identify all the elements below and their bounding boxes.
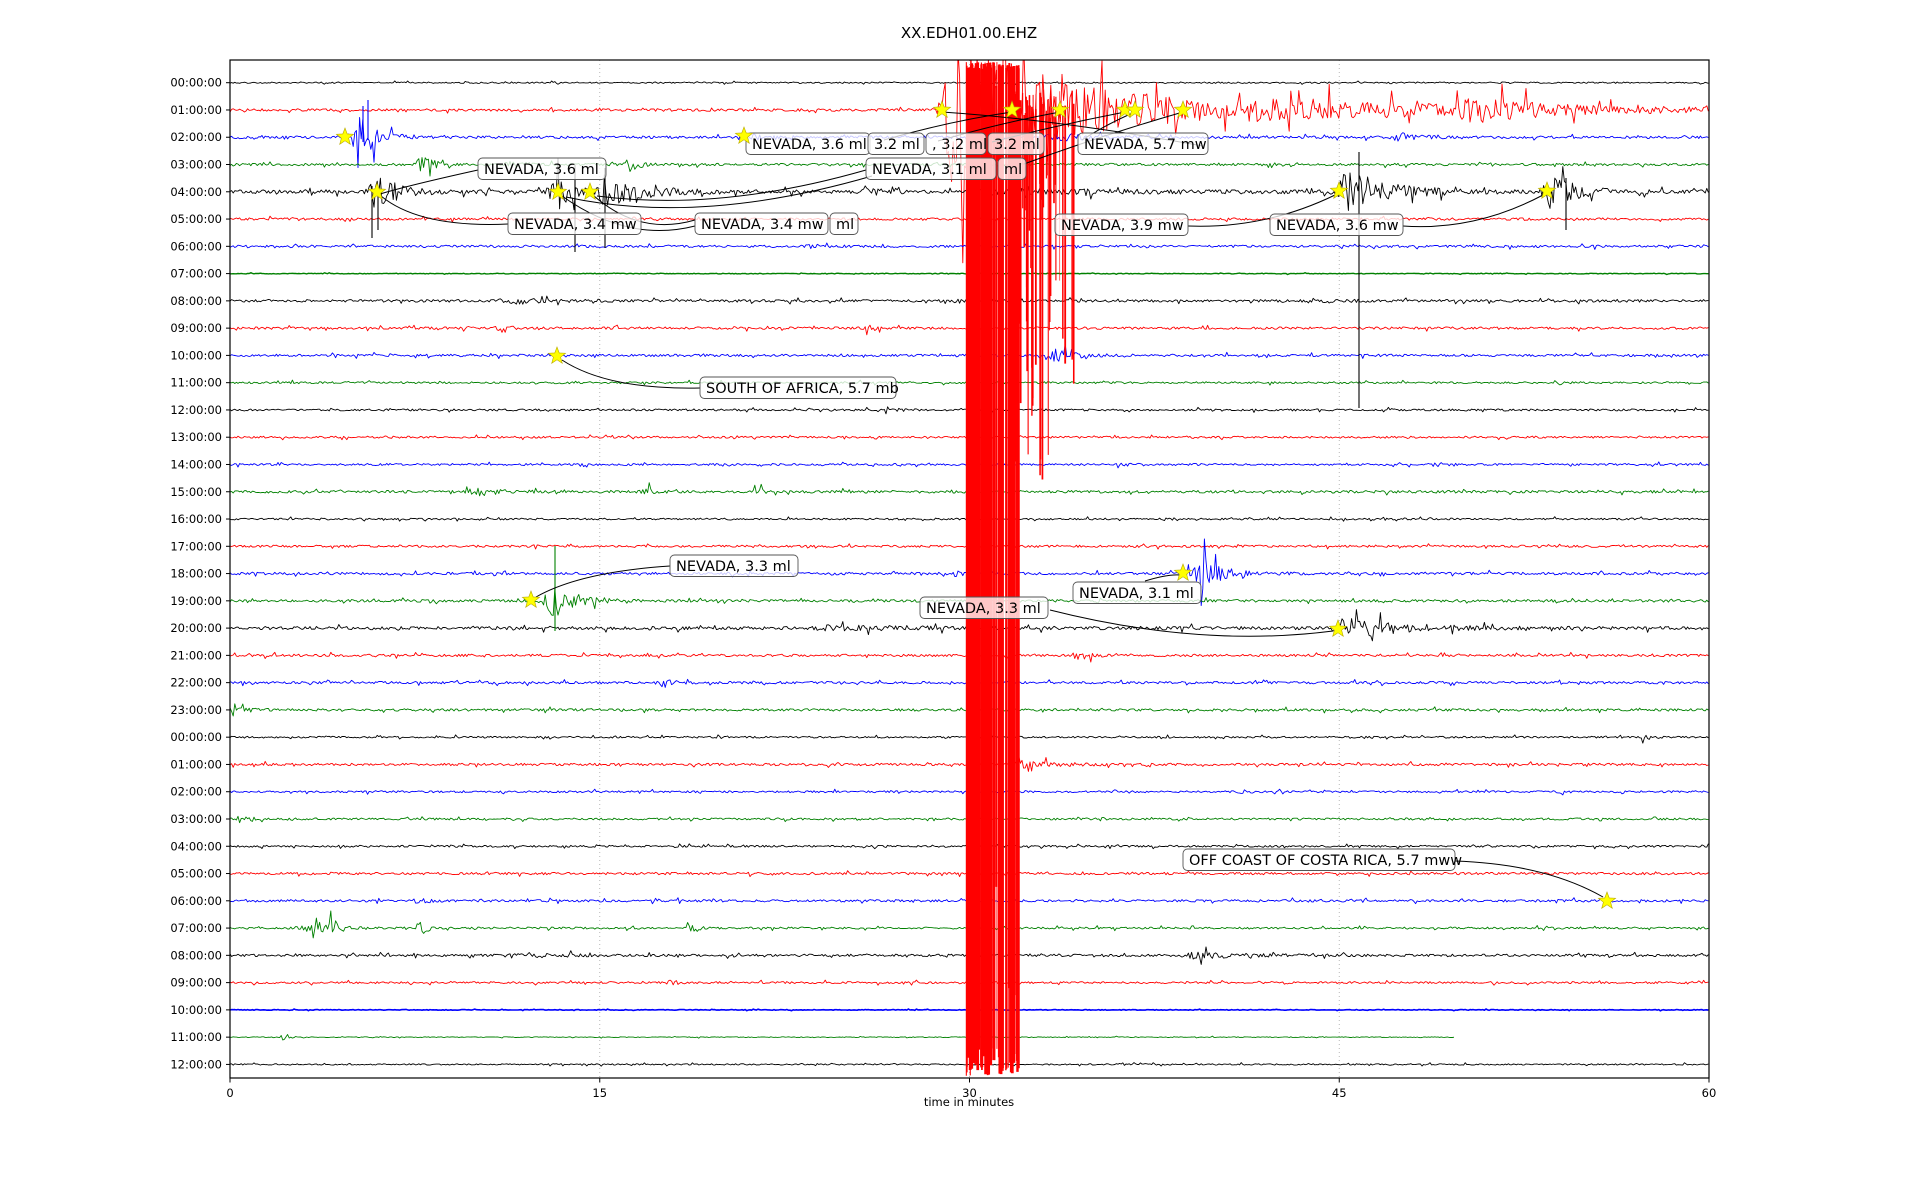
- event-label-text: NEVADA, 3.6 mw: [1276, 218, 1399, 234]
- helicorder-plot: 00:00:00 01:00:00 02:00:00 03:00:00 04:00:00…: [0, 0, 1920, 1200]
- event-label: 3.2 ml: [988, 133, 1044, 155]
- row-time-label: 00:00:00: [170, 730, 222, 744]
- event-label: , 3.2 ml: [926, 133, 987, 155]
- annotation-connector: [536, 566, 670, 597]
- x-tick-label: 45: [1332, 1086, 1347, 1100]
- event-label-text: NEVADA, 5.7 mw: [1084, 137, 1207, 153]
- event-star-icon: [522, 591, 539, 607]
- event-label: 3.2 ml: [868, 133, 924, 155]
- row-time-label: 12:00:00: [170, 1057, 222, 1071]
- event-label: NEVADA, 3.1 ml: [866, 158, 996, 180]
- event-star-icon: [933, 101, 950, 117]
- event-label-text: NEVADA, 3.4 mw: [701, 217, 824, 233]
- row-time-label: 08:00:00: [170, 294, 222, 308]
- event-label: NEVADA, 3.3 ml: [670, 555, 798, 577]
- event-label-text: NEVADA, 3.6 ml: [752, 137, 867, 153]
- trace-row-35-11:00:00: [230, 1035, 1454, 1041]
- row-time-label: 14:00:00: [170, 457, 222, 471]
- row-time-label: 06:00:00: [170, 894, 222, 908]
- row-time-label: 16:00:00: [170, 512, 222, 526]
- axis-ticks-and-labels: 00:00:00 01:00:00 02:00:00 03:00:00 04:00:00…: [170, 76, 1716, 1100]
- annotation-connector: [562, 360, 700, 388]
- row-time-label: 09:00:00: [170, 976, 222, 990]
- event-label: NEVADA, 3.4 mw: [508, 213, 641, 235]
- row-time-label: 04:00:00: [170, 839, 222, 853]
- row-time-label: 10:00:00: [170, 348, 222, 362]
- row-time-label: 01:00:00: [170, 757, 222, 771]
- row-time-label: 07:00:00: [170, 921, 222, 935]
- row-time-label: 07:00:00: [170, 267, 222, 281]
- row-time-label: 10:00:00: [170, 1003, 222, 1017]
- event-label-text: NEVADA, 3.9 mw: [1061, 218, 1184, 234]
- row-time-label: 13:00:00: [170, 430, 222, 444]
- row-time-label: 23:00:00: [170, 703, 222, 717]
- row-time-label: 08:00:00: [170, 948, 222, 962]
- row-time-label: 17:00:00: [170, 539, 222, 553]
- event-label-text: SOUTH OF AFRICA, 5.7 mb: [706, 381, 899, 397]
- event-star-icon: [336, 128, 353, 144]
- event-label-text: NEVADA, 3.6 ml: [484, 162, 599, 178]
- event-label-text: NEVADA, 3.4 mw: [514, 217, 637, 233]
- event-label-text: 3.2 ml: [874, 137, 920, 153]
- event-label: SOUTH OF AFRICA, 5.7 mb: [700, 377, 899, 399]
- event-label-text: , 3.2 ml: [932, 137, 987, 153]
- event-label: NEVADA, 3.4 mw: [695, 213, 828, 235]
- row-time-label: 12:00:00: [170, 403, 222, 417]
- row-time-label: 00:00:00: [170, 76, 222, 90]
- event-label-text: NEVADA, 3.1 ml: [1079, 586, 1194, 602]
- row-time-label: 03:00:00: [170, 812, 222, 826]
- event-label: OFF COAST OF COSTA RICA, 5.7 mww: [1183, 849, 1462, 871]
- row-time-label: 21:00:00: [170, 648, 222, 662]
- row-time-label: 03:00:00: [170, 158, 222, 172]
- event-label-text: ml: [1004, 162, 1022, 178]
- row-time-label: 15:00:00: [170, 485, 222, 499]
- event-label: NEVADA, 3.9 mw: [1055, 214, 1188, 236]
- row-time-label: 19:00:00: [170, 594, 222, 608]
- row-time-label: 01:00:00: [170, 103, 222, 117]
- x-tick-label: 0: [226, 1086, 233, 1100]
- event-star-icon: [1598, 892, 1615, 908]
- event-label: ml: [998, 158, 1026, 180]
- row-time-label: 02:00:00: [170, 130, 222, 144]
- event-label: NEVADA, 3.3 ml: [920, 597, 1048, 619]
- seismogram-figure: 00:00:00 01:00:00 02:00:00 03:00:00 04:00:00…: [0, 0, 1920, 1200]
- event-label-text: NEVADA, 3.1 ml: [872, 162, 987, 178]
- row-time-label: 05:00:00: [170, 867, 222, 881]
- row-time-label: 20:00:00: [170, 621, 222, 635]
- event-label-text: NEVADA, 3.3 ml: [676, 559, 791, 575]
- row-time-label: 11:00:00: [170, 376, 222, 390]
- event-label: NEVADA, 3.6 mw: [1270, 214, 1403, 236]
- plot-title: XX.EDH01.00.EHZ: [901, 24, 1037, 42]
- annotation-connector: [1403, 195, 1543, 227]
- annotation-connector: [1455, 861, 1603, 897]
- event-label: NEVADA, 3.6 ml: [478, 158, 606, 180]
- annotation-connector: [597, 170, 866, 200]
- x-tick-label: 60: [1702, 1086, 1717, 1100]
- row-time-label: 05:00:00: [170, 212, 222, 226]
- annotation-connector: [1050, 610, 1333, 636]
- event-label-text: NEVADA, 3.3 ml: [926, 601, 1041, 617]
- event-label: NEVADA, 3.1 ml: [1073, 582, 1201, 604]
- event-label: NEVADA, 5.7 mw: [1078, 133, 1208, 155]
- event-star-icon: [581, 183, 598, 199]
- row-time-label: 09:00:00: [170, 321, 222, 335]
- row-time-label: 02:00:00: [170, 785, 222, 799]
- row-time-label: 06:00:00: [170, 239, 222, 253]
- event-label-text: 3.2 ml: [994, 137, 1040, 153]
- event-label-text: OFF COAST OF COSTA RICA, 5.7 mww: [1189, 853, 1462, 869]
- event-label-text: ml: [836, 217, 854, 233]
- annotation-connector: [1145, 575, 1180, 581]
- event-label: NEVADA, 3.6 ml: [746, 133, 870, 155]
- row-time-label: 04:00:00: [170, 185, 222, 199]
- row-time-label: 22:00:00: [170, 676, 222, 690]
- row-time-label: 18:00:00: [170, 567, 222, 581]
- x-tick-label: 15: [592, 1086, 607, 1100]
- x-axis-label: time in minutes: [924, 1095, 1014, 1109]
- event-label: ml: [830, 213, 858, 235]
- row-time-label: 11:00:00: [170, 1030, 222, 1044]
- annotation-connector: [380, 170, 478, 194]
